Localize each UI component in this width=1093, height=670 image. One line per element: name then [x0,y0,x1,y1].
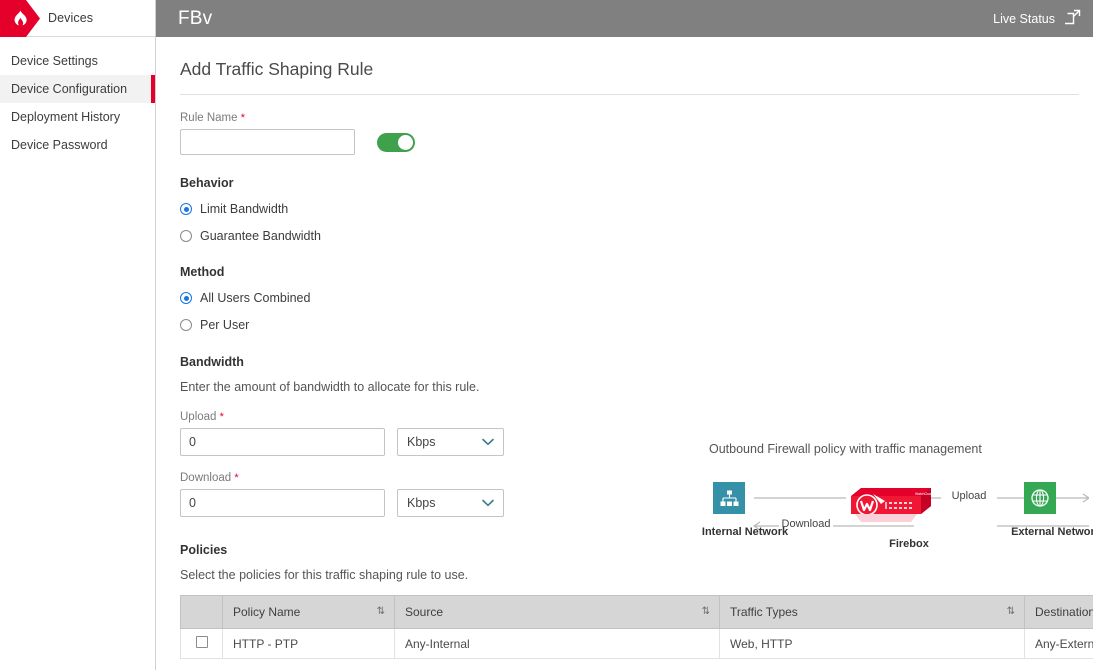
table-header-policy-name[interactable]: Policy Name ⇅ [223,596,395,629]
internal-network-label: Internal Network [691,526,799,538]
page-header: Add Traffic Shaping Rule [180,59,1079,95]
internal-network-node: Internal Network [709,482,799,538]
method-heading: Method [180,265,1069,279]
rule-name-group: Rule Name * [180,112,1069,155]
upload-unit-select[interactable]: Kbps [397,428,504,456]
behavior-option-label: Guarantee Bandwidth [200,229,321,243]
sidebar-item-deployment-history[interactable]: Deployment History [0,103,155,131]
external-link-icon [1065,9,1081,28]
sort-icon[interactable]: ⇅ [702,607,710,617]
method-group: Method All Users Combined Per User [180,265,1069,332]
firebox-appliance-icon: WatchGuard [839,484,987,528]
policies-table: Policy Name ⇅ Source ⇅ Traffic Types ⇅ [180,595,1093,659]
download-unit-select[interactable]: Kbps [397,489,504,517]
table-header-label: Traffic Types [730,605,798,619]
sort-icon[interactable]: ⇅ [377,607,385,617]
sidebar-nav: Device Settings Device Configuration Dep… [0,37,155,159]
sidebar-item-device-configuration[interactable]: Device Configuration [0,75,155,103]
external-network-node: External Network [1002,482,1093,538]
row-checkbox-cell [181,629,223,659]
behavior-option-guarantee-bandwidth[interactable]: Guarantee Bandwidth [180,229,1069,243]
sidebar-item-label: Device Password [11,138,108,152]
radio-icon [180,230,192,242]
radio-icon [180,292,192,304]
method-option-per-user[interactable]: Per User [180,318,1069,332]
firebox-label: Firebox [831,538,987,550]
row-checkbox[interactable] [196,636,208,648]
upload-label: Upload * [180,411,1069,423]
page-device-title: FBv [178,8,212,30]
external-network-label: External Network [1000,526,1093,538]
table-header-label: Destination [1035,605,1093,619]
download-label-text: Download [180,472,231,484]
brand-label: Devices [48,11,93,25]
method-option-label: Per User [200,318,249,332]
chevron-down-icon [482,496,494,510]
traffic-flow-diagram: Outbound Firewall policy with traffic ma… [709,442,1089,592]
sidebar-item-label: Deployment History [11,110,120,124]
cell-traffic-types: Web, HTTP [720,629,1025,659]
behavior-option-label: Limit Bandwidth [200,202,288,216]
policies-table-wrap: Policy Name ⇅ Source ⇅ Traffic Types ⇅ [180,595,1093,659]
page-title: Add Traffic Shaping Rule [180,59,1079,80]
diagram-caption: Outbound Firewall policy with traffic ma… [709,442,1089,456]
radio-icon [180,319,192,331]
table-header-label: Policy Name [233,605,300,619]
rule-name-input[interactable] [180,129,355,155]
sidebar: Devices Device Settings Device Configura… [0,0,156,670]
required-asterisk: * [234,472,238,484]
upload-value-input[interactable] [180,428,385,456]
rule-name-label: Rule Name * [180,112,1069,124]
sidebar-item-device-settings[interactable]: Device Settings [0,47,155,75]
cell-source: Any-Internal [395,629,720,659]
table-header-destination[interactable]: Destination ⇅ [1025,596,1093,629]
download-unit-value: Kbps [407,496,436,510]
brand-bar: Devices [0,0,155,37]
radio-icon [180,203,192,215]
download-value-input[interactable] [180,489,385,517]
table-header-traffic-types[interactable]: Traffic Types ⇅ [720,596,1025,629]
rule-enabled-toggle[interactable] [377,133,415,152]
required-asterisk: * [241,112,245,124]
table-row[interactable]: HTTP - PTP Any-Internal Web, HTTP Any-Ex… [181,629,1093,659]
live-status-button[interactable]: Live Status [993,9,1081,28]
behavior-group: Behavior Limit Bandwidth Guarantee Bandw… [180,176,1069,243]
method-option-label: All Users Combined [200,291,310,305]
firebox-node: WatchGuard Firebox [839,484,987,550]
sidebar-item-device-password[interactable]: Device Password [0,131,155,159]
behavior-option-limit-bandwidth[interactable]: Limit Bandwidth [180,202,1069,216]
svg-text:WatchGuard: WatchGuard [915,492,934,496]
table-header-label: Source [405,605,443,619]
rule-name-label-text: Rule Name [180,112,238,124]
table-header-source[interactable]: Source ⇅ [395,596,720,629]
sidebar-item-label: Device Configuration [11,82,127,96]
cell-destination: Any-External [1025,629,1093,659]
toggle-knob [398,135,413,150]
app-root: Devices Device Settings Device Configura… [0,0,1093,670]
behavior-heading: Behavior [180,176,1069,190]
chevron-down-icon [482,435,494,449]
upload-label-text: Upload [180,411,216,423]
sidebar-item-label: Device Settings [11,54,98,68]
sort-icon[interactable]: ⇅ [1007,607,1015,617]
table-header-row: Policy Name ⇅ Source ⇅ Traffic Types ⇅ [181,596,1093,629]
table-header-select-all[interactable] [181,596,223,629]
method-option-all-users-combined[interactable]: All Users Combined [180,291,1069,305]
top-header-bar: FBv Live Status [156,0,1093,37]
live-status-label: Live Status [993,12,1055,26]
bandwidth-heading: Bandwidth [180,355,1069,369]
upload-unit-value: Kbps [407,435,436,449]
bandwidth-description: Enter the amount of bandwidth to allocat… [180,380,1069,394]
flame-logo-icon[interactable] [0,0,40,37]
sitemap-icon [713,482,745,514]
required-asterisk: * [220,411,224,423]
globe-icon [1024,482,1056,514]
cell-policy-name[interactable]: HTTP - PTP [223,629,395,659]
main-content: Add Traffic Shaping Rule Rule Name * Beh… [156,37,1093,670]
